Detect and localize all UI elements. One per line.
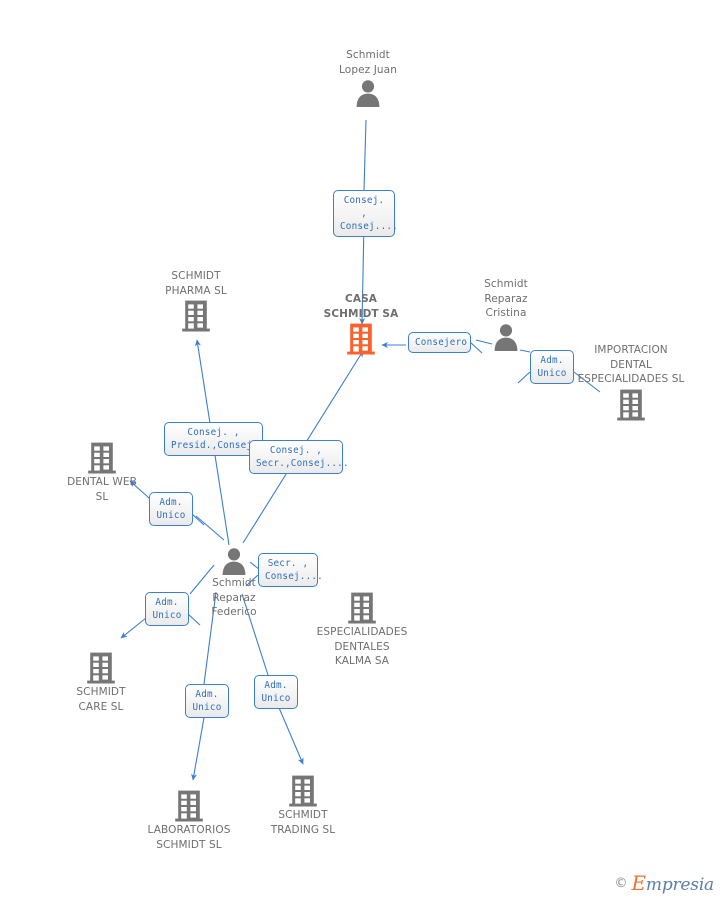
brand-logo: Empresia xyxy=(632,871,715,895)
node-label: SCHMIDT TRADING SL xyxy=(270,809,336,836)
building-icon xyxy=(175,790,203,822)
node-label: LABORATORIOS SCHMIDT SL xyxy=(147,824,231,851)
label-callout-tail xyxy=(188,614,201,626)
node-label: SCHMIDT CARE SL xyxy=(76,686,126,713)
label-callout-tail xyxy=(517,372,531,384)
brand-initial: E xyxy=(631,871,647,895)
node-label: DENTAL WEB SL xyxy=(67,476,137,503)
graph-node-company[interactable]: SCHMIDT CARE SL xyxy=(41,650,161,714)
graph-node-company[interactable]: IMPORTACION DENTAL ESPECIALIDADES SL xyxy=(571,343,691,422)
person-icon xyxy=(222,548,246,575)
relationship-label[interactable]: Consejero xyxy=(408,332,471,353)
building-icon xyxy=(182,300,210,332)
label-callout-tail xyxy=(192,514,205,526)
graph-node-company[interactable]: ESPECIALIDADES DENTALES KALMA SA xyxy=(302,590,422,669)
node-label: Schmidt Reparaz Cristina xyxy=(484,278,528,319)
relationship-label[interactable]: Secr. , Consej.... xyxy=(258,553,323,587)
label-callout-tail xyxy=(470,342,483,354)
graph-edge xyxy=(120,617,147,639)
node-label: Schmidt Lopez Juan xyxy=(339,49,397,76)
person-icon xyxy=(494,323,518,351)
diagram-canvas: Schmidt Lopez Juan CASA SCHMIDT SA SCHMIDT… xyxy=(0,0,728,905)
node-label: CASA SCHMIDT SA xyxy=(323,293,399,320)
watermark: © Empresia xyxy=(615,871,715,895)
building-icon xyxy=(617,389,645,420)
relationship-label[interactable]: Adm. Unico xyxy=(254,675,298,709)
building-icon xyxy=(87,652,115,684)
relationship-label[interactable]: Adm. Unico xyxy=(149,492,193,526)
node-label: IMPORTACION DENTAL ESPECIALIDADES SL xyxy=(577,344,685,385)
building-icon xyxy=(348,592,376,624)
node-label: SCHMIDT PHARMA SL xyxy=(165,270,227,297)
graph-node-person[interactable]: Schmidt Lopez Juan xyxy=(308,48,428,108)
relationship-label[interactable]: Adm. Unico xyxy=(185,684,229,718)
building-icon xyxy=(347,323,375,355)
relationship-label[interactable]: Consej. , Secr.,Consej.... xyxy=(249,440,349,474)
node-label: ESPECIALIDADES DENTALES KALMA SA xyxy=(316,626,408,667)
building-icon xyxy=(289,775,317,807)
graph-edge xyxy=(191,711,206,781)
graph-node-company[interactable]: LABORATORIOS SCHMIDT SL xyxy=(129,788,249,852)
graph-edge xyxy=(276,702,304,765)
graph-node-company[interactable]: SCHMIDT TRADING SL xyxy=(243,773,363,837)
graph-node-company[interactable]: DENTAL WEB SL xyxy=(42,440,162,504)
relationship-label[interactable]: Adm. Unico xyxy=(530,350,574,384)
graph-node-company[interactable]: CASA SCHMIDT SA xyxy=(301,292,421,356)
brand-name: mpresia xyxy=(645,875,714,895)
building-icon xyxy=(88,442,116,474)
graph-node-company[interactable]: SCHMIDT PHARMA SL xyxy=(136,269,256,333)
person-icon xyxy=(356,80,380,107)
copyright-icon: © xyxy=(614,875,628,891)
relationship-label[interactable]: Adm. Unico xyxy=(145,592,189,626)
relationship-label[interactable]: Consej. , Consej.... xyxy=(333,190,398,237)
graph-edge xyxy=(363,119,367,191)
label-callout-tail xyxy=(245,575,259,587)
